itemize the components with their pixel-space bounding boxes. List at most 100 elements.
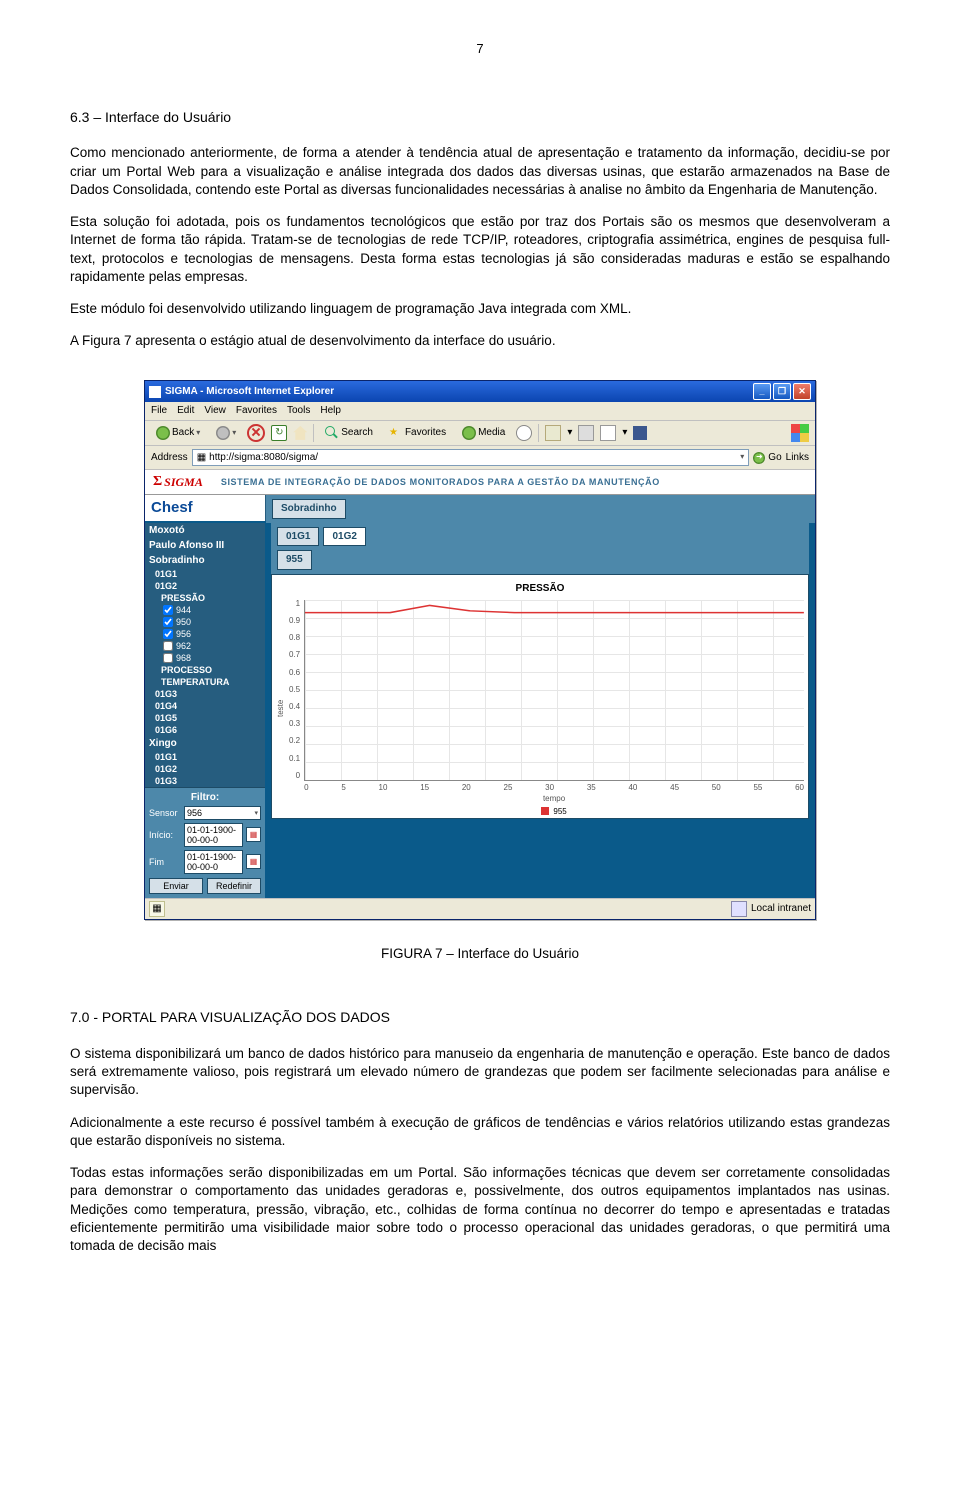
tree-unit[interactable]: 01G3 (145, 688, 265, 700)
heading-6-3: 6.3 – Interface do Usuário (70, 108, 890, 127)
tree-unit[interactable]: 01G5 (145, 712, 265, 724)
back-button[interactable]: Back▾ (151, 424, 205, 442)
maximize-button[interactable]: ❐ (773, 383, 791, 400)
chart-xlabel: tempo (304, 794, 804, 803)
calendar-icon[interactable]: ▦ (246, 854, 261, 869)
chart-x-axis: 0 5 10 15 20 25 30 35 40 45 (304, 783, 804, 792)
minimize-button[interactable]: _ (753, 383, 771, 400)
sensor-item[interactable]: 962 (145, 640, 265, 652)
media-button[interactable]: Media (457, 424, 510, 442)
sensor-tabs: 955 (271, 550, 809, 574)
sensor-item[interactable]: 944 (145, 604, 265, 616)
xtick: 15 (420, 783, 429, 792)
tree-unit[interactable]: 01G6 (145, 724, 265, 736)
tab-955[interactable]: 955 (277, 550, 312, 570)
go-button[interactable]: ➜Go (753, 451, 781, 465)
xtick: 45 (670, 783, 679, 792)
address-label: Address (151, 451, 188, 465)
tree-unit[interactable]: 01G2 (145, 763, 265, 775)
chart-series-955 (305, 600, 804, 780)
sensor-label: 944 (176, 605, 191, 615)
filter-start-value: 01-01-1900-00-00-0 (187, 825, 240, 845)
filter-end-input[interactable]: 01-01-1900-00-00-0 (184, 850, 243, 874)
history-icon[interactable] (516, 425, 532, 441)
filter-start-input[interactable]: 01-01-1900-00-00-0 (184, 823, 243, 847)
tree-measure[interactable]: PROCESSO (145, 664, 265, 676)
address-url: http://sigma:8080/sigma/ (209, 451, 318, 465)
tree-measure[interactable]: PRESSÃO (145, 592, 265, 604)
zone-label: Local intranet (751, 902, 811, 916)
tab-01g2[interactable]: 01G2 (323, 527, 365, 547)
tree-unit[interactable]: 01G4 (145, 700, 265, 712)
sigma-logo: ΣSIGMA (153, 474, 203, 490)
sensor-item[interactable]: 968 (145, 652, 265, 664)
favorites-label: Favorites (405, 426, 446, 440)
ytick: 0.9 (289, 617, 300, 625)
tree-area[interactable]: Xingo (145, 736, 265, 751)
search-button[interactable]: Search (320, 424, 378, 442)
chart-legend: 955 (304, 807, 804, 816)
ytick: 0.6 (289, 669, 300, 677)
toolbar: Back▾ ▾ Search ★Favorites Media ▾ ▾ (145, 421, 815, 446)
menu-tools[interactable]: Tools (287, 404, 310, 418)
tree-area[interactable]: Paulo Afonso III (145, 538, 265, 553)
menu-favorites[interactable]: Favorites (236, 404, 277, 418)
page-content: ΣSIGMA SISTEMA DE INTEGRAÇÃO DE DADOS MO… (145, 470, 815, 898)
close-button[interactable]: ✕ (793, 383, 811, 400)
menu-help[interactable]: Help (320, 404, 341, 418)
sensor-checkbox[interactable] (163, 641, 173, 651)
refresh-icon[interactable] (271, 425, 287, 441)
forward-button[interactable]: ▾ (211, 424, 241, 442)
home-icon[interactable] (293, 426, 307, 440)
xtick: 25 (504, 783, 513, 792)
sensor-checkbox[interactable] (163, 629, 173, 639)
chesf-logo: Chesf (145, 495, 266, 521)
sensor-item[interactable]: 950 (145, 616, 265, 628)
xtick: 30 (545, 783, 554, 792)
tree-unit[interactable]: 01G3 (145, 775, 265, 787)
tab-01g1[interactable]: 01G1 (277, 527, 319, 547)
sensor-checkbox[interactable] (163, 653, 173, 663)
xtick: 10 (379, 783, 388, 792)
edit-icon[interactable] (600, 425, 616, 441)
tree-measure[interactable]: TEMPERATURA (145, 676, 265, 688)
page-icon: ▦ (197, 451, 206, 465)
tree-unit[interactable]: 01G1 (145, 751, 265, 763)
unit-tabs: 01G1 01G2 (271, 523, 809, 551)
brand-subtitle: SISTEMA DE INTEGRAÇÃO DE DADOS MONITORAD… (221, 477, 660, 487)
window-title: SIGMA - Microsoft Internet Explorer (165, 385, 334, 399)
sensor-item[interactable]: 956 (145, 628, 265, 640)
tree-area[interactable]: Moxotó (145, 523, 265, 538)
chart-panel: PRESSÃO teste 1 0.9 0.8 0.7 0.6 0.5 0.4 (271, 574, 809, 819)
chevron-down-icon[interactable]: ▾ (254, 809, 258, 817)
filter-send-button[interactable]: Enviar (149, 878, 203, 894)
address-input[interactable]: ▦ http://sigma:8080/sigma/ ▾ (192, 449, 750, 467)
xtick: 55 (753, 783, 762, 792)
mail-icon[interactable] (545, 425, 561, 441)
search-icon (325, 426, 339, 440)
favorites-button[interactable]: ★Favorites (384, 424, 451, 442)
paragraph-4: A Figura 7 apresenta o estágio atual de … (70, 332, 890, 350)
legend-swatch (541, 807, 549, 815)
print-icon[interactable] (578, 425, 594, 441)
tree-area[interactable]: Sobradinho (145, 553, 265, 568)
menu-view[interactable]: View (204, 404, 226, 418)
stop-icon[interactable] (247, 424, 265, 442)
tree-unit[interactable]: 01G1 (145, 568, 265, 580)
sensor-checkbox[interactable] (163, 605, 173, 615)
chevron-down-icon[interactable]: ▾ (740, 452, 744, 463)
sensor-label: 950 (176, 617, 191, 627)
links-label[interactable]: Links (786, 451, 809, 465)
tab-sobradinho[interactable]: Sobradinho (272, 499, 346, 519)
menu-edit[interactable]: Edit (177, 404, 194, 418)
filter-sensor-input[interactable]: 956▾ (184, 806, 261, 820)
zone-icon (731, 901, 747, 917)
tree-unit[interactable]: 01G2 (145, 580, 265, 592)
filter-reset-button[interactable]: Redefinir (207, 878, 261, 894)
address-bar: Address ▦ http://sigma:8080/sigma/ ▾ ➜Go… (145, 446, 815, 471)
sensor-checkbox[interactable] (163, 617, 173, 627)
menu-file[interactable]: File (151, 404, 167, 418)
word-icon[interactable] (633, 426, 647, 440)
calendar-icon[interactable]: ▦ (246, 827, 261, 842)
chevron-down-icon: ▾ (196, 428, 200, 439)
